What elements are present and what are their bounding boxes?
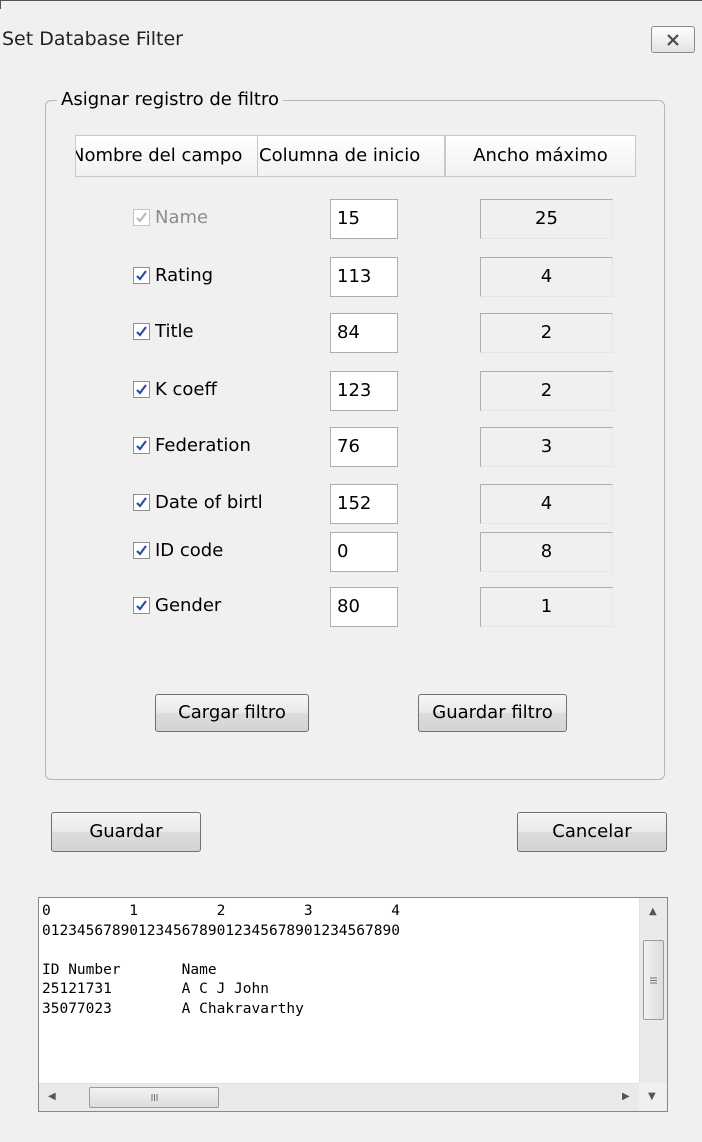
preview-line: 0123456789012345678901234567890123456789… [42, 922, 400, 939]
start-column-input[interactable]: 123 [330, 371, 398, 411]
scroll-left-icon[interactable]: ◀ [48, 1091, 56, 1102]
field-row: Rating 113 4 [0, 257, 702, 297]
window-title: Set Database Filter [2, 28, 183, 50]
horizontal-scroll-thumb[interactable] [89, 1087, 219, 1108]
scroll-up-icon[interactable]: ▲ [649, 906, 657, 917]
preview-line: 0 1 2 3 4 [42, 903, 400, 919]
horizontal-scrollbar[interactable]: ◀ ▶ [39, 1083, 640, 1111]
field-checkbox[interactable] [133, 323, 150, 340]
field-checkbox[interactable] [133, 209, 150, 226]
check-icon [136, 440, 147, 451]
max-width-field[interactable]: 2 [480, 313, 613, 353]
scroll-right-icon[interactable]: ▶ [622, 1091, 630, 1102]
preview-line: ID Number Name [42, 961, 217, 978]
field-row: ID code 0 8 [0, 532, 702, 572]
start-column-input[interactable]: 80 [330, 587, 398, 627]
load-filter-button[interactable]: Cargar filtro [155, 694, 309, 732]
field-checkbox[interactable] [133, 267, 150, 284]
scroll-down-icon[interactable]: ▼ [648, 1091, 656, 1102]
grip-icon [650, 977, 657, 983]
field-row: Gender 80 1 [0, 587, 702, 627]
vertical-scroll-thumb[interactable] [643, 940, 664, 1020]
column-header-max-width[interactable]: Ancho máximo [445, 135, 636, 177]
check-icon [136, 545, 147, 556]
field-label: Name [155, 207, 209, 228]
field-row: Date of birth 152 4 [0, 484, 702, 524]
grip-icon [151, 1094, 157, 1101]
save-button[interactable]: Guardar [51, 812, 201, 852]
cancel-button[interactable]: Cancelar [517, 812, 667, 852]
max-width-field[interactable]: 3 [480, 427, 613, 467]
start-column-input[interactable]: 76 [330, 427, 398, 467]
max-width-field[interactable]: 25 [480, 199, 613, 239]
vertical-scrollbar[interactable]: ▲ [639, 898, 667, 1083]
field-label: Date of birth [155, 492, 261, 513]
column-header-start-column[interactable]: Columna de inicio [257, 135, 445, 177]
max-width-field[interactable]: 1 [480, 587, 613, 627]
check-icon [136, 600, 147, 611]
check-icon [136, 326, 147, 337]
start-column-input[interactable]: 15 [330, 199, 398, 239]
window-frame [0, 0, 702, 9]
field-checkbox[interactable] [133, 597, 150, 614]
field-row: K coeff 123 2 [0, 371, 702, 411]
preview-line: 25121731 A C J John [42, 981, 269, 997]
field-checkbox[interactable] [133, 494, 150, 511]
start-column-input[interactable]: 113 [330, 257, 398, 297]
check-icon [136, 497, 147, 508]
field-row: Federation 76 3 [0, 427, 702, 467]
preview-line [42, 941, 636, 961]
preview-text: 0 1 2 3 4 012345678901234567890123456789… [42, 902, 636, 1078]
field-label: Federation [155, 435, 251, 456]
field-row: Title 84 2 [0, 313, 702, 353]
field-label: K coeff [155, 379, 217, 400]
start-column-input[interactable]: 0 [330, 532, 398, 572]
save-filter-button[interactable]: Guardar filtro [418, 694, 567, 732]
field-checkbox[interactable] [133, 437, 150, 454]
max-width-field[interactable]: 8 [480, 532, 613, 572]
max-width-field[interactable]: 4 [480, 257, 613, 297]
start-column-input[interactable]: 152 [330, 484, 398, 524]
start-column-input[interactable]: 84 [330, 313, 398, 353]
field-label: Title [155, 321, 194, 342]
close-button[interactable] [651, 26, 695, 53]
field-label: ID code [155, 540, 224, 561]
groupbox-legend: Asignar registro de filtro [57, 89, 283, 110]
max-width-field[interactable]: 4 [480, 484, 613, 524]
check-icon [136, 384, 147, 395]
field-checkbox[interactable] [133, 381, 150, 398]
file-preview[interactable]: 0 1 2 3 4 012345678901234567890123456789… [38, 897, 668, 1112]
field-label: Gender [155, 595, 222, 616]
scroll-corner: ▼ [639, 1083, 667, 1111]
preview-line: 35077023 A Chakravarthy [42, 1000, 304, 1017]
field-label: Rating [155, 265, 214, 286]
close-icon [667, 33, 679, 46]
max-width-field[interactable]: 2 [480, 371, 613, 411]
check-icon [136, 212, 147, 223]
check-icon [136, 270, 147, 281]
field-checkbox[interactable] [133, 542, 150, 559]
field-row: Name 15 25 [0, 199, 702, 239]
column-header-field-name[interactable]: Nombre del campo [75, 135, 258, 177]
